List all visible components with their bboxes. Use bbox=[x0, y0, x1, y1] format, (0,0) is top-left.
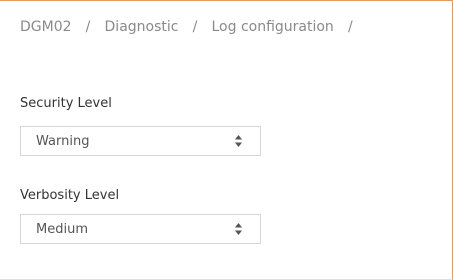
breadcrumb-separator: / bbox=[85, 19, 91, 35]
breadcrumb-item-log-configuration[interactable]: Log configuration bbox=[211, 19, 333, 35]
security-level-value: Warning bbox=[36, 134, 90, 149]
security-level-select[interactable]: Warning bbox=[20, 126, 261, 156]
breadcrumb-separator: / bbox=[347, 19, 353, 35]
breadcrumb: DGM02 / Diagnostic / Log configuration / bbox=[20, 19, 367, 35]
breadcrumb-item-diagnostic[interactable]: Diagnostic bbox=[105, 19, 179, 35]
verbosity-level-select[interactable]: Medium bbox=[20, 214, 261, 244]
breadcrumb-separator: / bbox=[192, 19, 198, 35]
sort-arrows-icon bbox=[235, 223, 242, 235]
security-level-label: Security Level bbox=[20, 96, 112, 111]
breadcrumb-item-device[interactable]: DGM02 bbox=[20, 19, 72, 35]
page-frame: DGM02 / Diagnostic / Log configuration /… bbox=[0, 0, 453, 280]
verbosity-level-label: Verbosity Level bbox=[20, 188, 120, 203]
sort-arrows-icon bbox=[235, 135, 242, 147]
verbosity-level-value: Medium bbox=[36, 222, 88, 237]
